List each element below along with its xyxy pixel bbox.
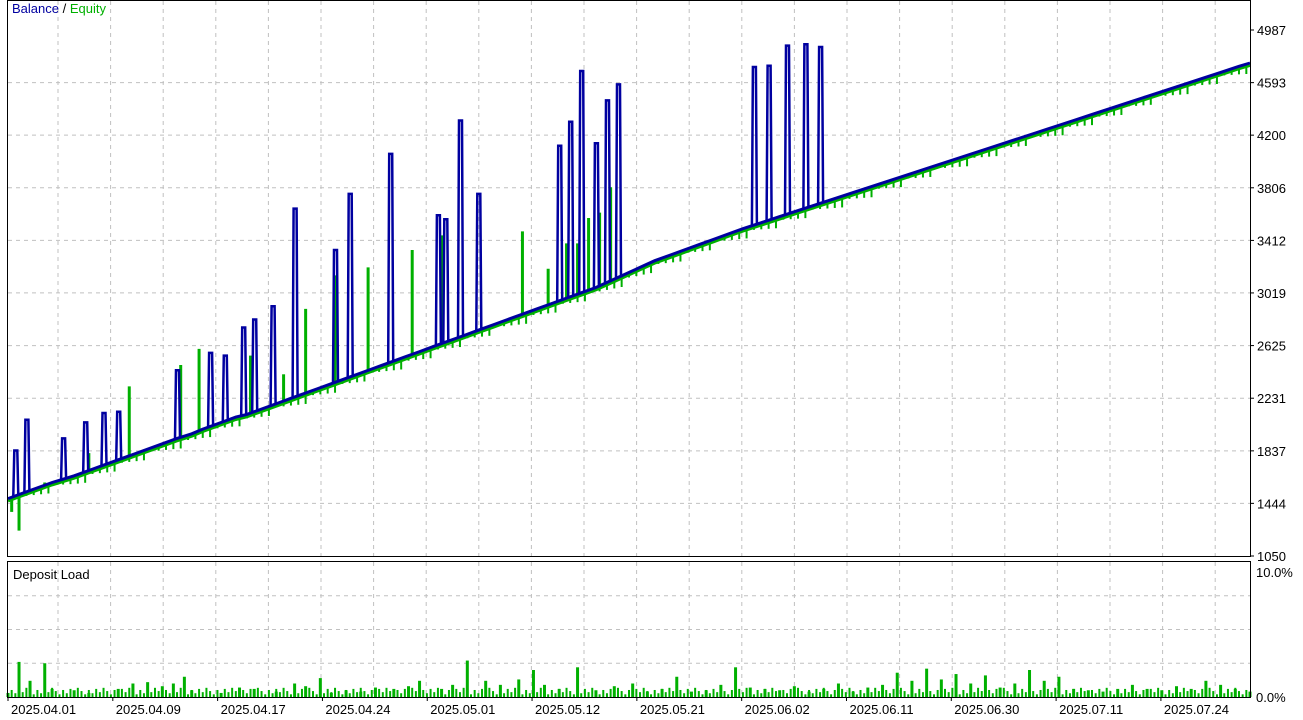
balance-spike: [12, 449, 20, 496]
balance-spike: [114, 410, 123, 460]
x-tick-label: 2025.07.11: [1059, 702, 1123, 717]
legend-separator: /: [59, 1, 70, 16]
balance-spike: [614, 83, 623, 278]
y-tick-label: 1050: [1257, 549, 1286, 564]
x-axis-ticks: 2025.04.01 2025.04.09 2025.04.17 2025.04.24…: [7, 697, 1229, 717]
balance-spike: [269, 304, 277, 406]
x-tick-label: 2025.04.17: [221, 702, 286, 717]
x-tick-label: 2025.04.01: [11, 702, 76, 717]
legend-equity: Equity: [70, 1, 107, 16]
deposit-load-series: [6, 660, 1252, 697]
y-tick-label: 3019: [1257, 286, 1286, 301]
balance-spike: [750, 65, 759, 226]
deposit-load-grid: [8, 562, 1250, 697]
balance-spike: [23, 418, 31, 492]
x-tick-label: 2025.07.24: [1164, 702, 1229, 717]
balance-spike: [783, 44, 792, 215]
balance-spike: [291, 207, 299, 398]
strategy-tester-graph: 4987 4593 4200 3806 3412 3019 2625 2231 1837 1444…: [6, 0, 1293, 717]
y-tick-label: 2231: [1257, 391, 1286, 406]
y-tick-label: 3412: [1257, 233, 1286, 248]
balance-spike: [386, 152, 395, 363]
y-tick-label: 3806: [1257, 181, 1286, 196]
balance-spike: [206, 351, 215, 427]
y-tick-label: 4593: [1257, 76, 1286, 91]
x-tick-label: 2025.05.12: [535, 702, 600, 717]
x-tick-label: 2025.05.01: [430, 702, 495, 717]
y-tick-label: 4200: [1257, 128, 1286, 143]
equity-series: [7, 63, 1251, 531]
legend-balance: Balance: [12, 1, 59, 16]
balance-spike: [577, 69, 586, 293]
balance-spike: [603, 99, 612, 283]
balance-spike: [59, 437, 68, 480]
x-tick-label: 2025.06.30: [954, 702, 1019, 717]
y-tick-label: 2625: [1257, 339, 1286, 354]
x-tick-label: 2025.05.21: [640, 702, 705, 717]
balance-spike: [81, 421, 90, 472]
balance-series: [7, 43, 1251, 501]
balance-spike: [802, 43, 810, 209]
balance-line: [7, 61, 1251, 501]
y-axis-ticks: 4987 4593 4200 3806 3412 3019 2625 2231 1837 1444…: [1250, 23, 1286, 564]
deposit-load-bottom-label: 0.0%: [1256, 690, 1286, 705]
balance-spike: [221, 354, 230, 422]
balance-spike: [434, 214, 443, 345]
balance-spike: [442, 218, 450, 343]
y-tick-label: 1837: [1257, 444, 1286, 459]
balance-spike: [346, 192, 354, 378]
main-chart-grid: [8, 1, 1250, 556]
y-tick-label: 4987: [1257, 23, 1286, 38]
balance-spike: [566, 120, 575, 297]
balance-spike: [239, 326, 248, 416]
balance-spike: [765, 64, 773, 221]
equity-line: [7, 63, 1251, 503]
deposit-load-title: Deposit Load: [13, 567, 90, 582]
x-tick-label: 2025.06.02: [745, 702, 810, 717]
balance-spike: [173, 369, 182, 439]
balance-spike: [250, 318, 259, 412]
balance-spike: [475, 192, 483, 331]
main-chart-frame: [7, 0, 1251, 557]
balance-spike: [592, 141, 601, 288]
balance-spike: [100, 411, 108, 466]
y-tick-label: 1444: [1257, 496, 1286, 511]
x-tick-label: 2025.04.09: [116, 702, 181, 717]
balance-spike: [816, 45, 825, 204]
deposit-load-top-label: 10.0%: [1256, 565, 1293, 580]
balance-spike: [555, 144, 564, 301]
balance-spike: [456, 119, 465, 337]
legend: Balance / Equity: [12, 1, 106, 16]
x-tick-label: 2025.06.11: [849, 702, 913, 717]
x-tick-label: 2025.04.24: [325, 702, 390, 717]
